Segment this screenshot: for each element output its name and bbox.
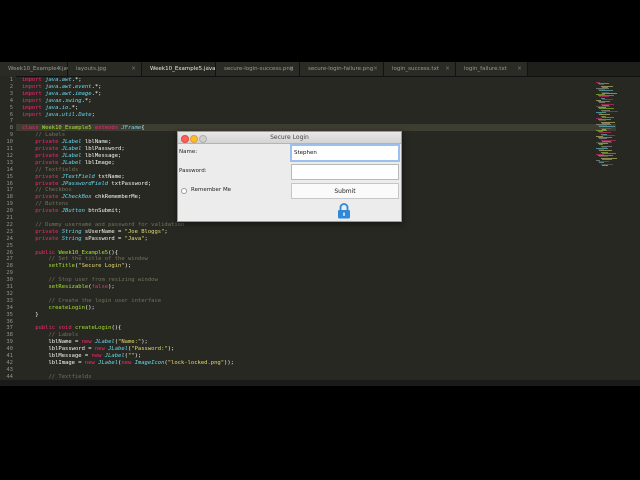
close-tab-icon[interactable]: × (373, 62, 378, 76)
window-title: Secure Login (270, 134, 309, 141)
code-line[interactable]: private JButton btnSubmit; (22, 208, 121, 215)
minimap-line (602, 164, 608, 166)
code-line[interactable]: private String sPassword = "Java"; (22, 236, 148, 243)
editor-tab[interactable]: login_success.txt × (384, 62, 456, 76)
minimap-line (602, 158, 612, 160)
close-tab-icon[interactable]: × (517, 62, 522, 76)
editor-tab[interactable]: layouts.jpg × (68, 62, 142, 76)
close-tab-icon[interactable]: × (57, 62, 62, 76)
editor-tab-label: secure-login-failure.png (308, 66, 374, 72)
name-input[interactable]: Stephen (290, 144, 400, 162)
minimap-line (602, 152, 616, 154)
name-label: Name: (179, 149, 198, 155)
code-line[interactable]: setTitle("Secure Login"); (22, 263, 132, 270)
editor-tab[interactable]: Week10_Example4.java × (0, 62, 73, 76)
line-number-gutter: 1 2 3 4 5 6 7 8 9 10 11 12 13 14 15 16 17 18 19 20 21 22 23 24 2… (0, 76, 16, 380)
editor-tab-label: login_failure.txt (464, 66, 507, 72)
close-tab-icon[interactable]: × (131, 62, 136, 76)
editor-tab-label: secure-login-success.png (224, 66, 294, 72)
close-tab-icon[interactable]: × (205, 62, 210, 76)
code-area[interactable]: import java.awt.*; import java.awt.event.… (22, 76, 640, 380)
tab-bar: Week10_Example4.java × layouts.jpg × Week10_… (0, 62, 640, 77)
editor-tab[interactable]: secure-login-failure.png × (300, 62, 384, 76)
minimap-line (602, 98, 613, 100)
password-label: Password: (179, 168, 207, 174)
code-line[interactable]: import java.util.Date; (22, 112, 95, 119)
minimap-line (602, 116, 614, 118)
close-tab-icon[interactable]: × (289, 62, 294, 76)
editor-tab-label: login_success.txt (392, 66, 439, 72)
close-tab-icon[interactable]: × (445, 62, 450, 76)
code-line[interactable]: } (22, 312, 38, 319)
editor-tab[interactable]: secure-login-success.png × (216, 62, 300, 76)
password-input[interactable] (291, 164, 399, 180)
submit-button[interactable]: Submit (291, 183, 399, 199)
horizontal-scrollbar[interactable] (0, 380, 640, 386)
code-line[interactable]: lblImage = new JLabel(new ImageIcon("loc… (22, 360, 233, 367)
editor-tab[interactable]: login_failure.txt × (456, 62, 528, 76)
remember-me-label[interactable]: Remember Me (191, 187, 231, 193)
lock-icon (338, 203, 350, 219)
minimap-line (602, 134, 615, 136)
editor-tab-label: layouts.jpg (76, 66, 107, 72)
remember-me-checkbox[interactable] (181, 188, 187, 194)
code-line[interactable]: setResizable(false); (22, 284, 115, 291)
editor-tab[interactable]: Week10_Example5.java × (142, 62, 216, 76)
minimap[interactable] (590, 76, 640, 380)
window-titlebar[interactable]: Secure Login (178, 132, 401, 144)
editor-tab-label: Week10_Example4.java (8, 66, 74, 72)
secure-login-window: Secure Login Name: Stephen Password: Rem… (177, 131, 402, 222)
